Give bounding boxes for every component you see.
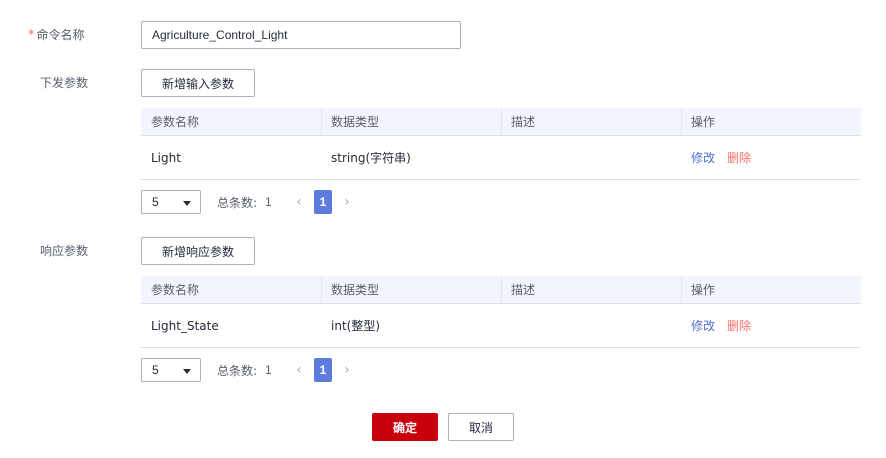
param-name-cell: Light: [151, 150, 181, 165]
col-header-data-type: 数据类型: [331, 283, 380, 297]
table-row: Light string(字符串) 修改 删除: [141, 136, 861, 180]
command-name-label-text: 命令名称: [36, 28, 85, 42]
param-name-cell: Light_State: [151, 318, 219, 333]
chevron-right-icon[interactable]: ›: [338, 358, 356, 382]
command-name-label: * 命令名称: [28, 27, 85, 44]
page-size-select[interactable]: 5: [141, 190, 201, 214]
col-header-actions: 操作: [691, 115, 716, 129]
total-number: 1: [265, 363, 272, 377]
total-label: 总条数:: [217, 363, 258, 378]
delete-link[interactable]: 删除: [727, 317, 751, 334]
chevron-left-icon[interactable]: ‹: [290, 358, 308, 382]
confirm-button[interactable]: 确定: [372, 413, 438, 441]
col-header-actions: 操作: [691, 283, 716, 297]
total-number: 1: [265, 195, 272, 209]
col-header-param-name: 参数名称: [151, 283, 200, 297]
chevron-left-icon[interactable]: ‹: [290, 190, 308, 214]
delete-link[interactable]: 删除: [727, 149, 751, 166]
edit-link[interactable]: 修改: [691, 317, 715, 334]
add-response-param-button[interactable]: 新增响应参数: [141, 237, 255, 265]
input-params-pagination: 5 总条数: 1 ‹ 1 ›: [141, 190, 441, 214]
table-row: Light_State int(整型) 修改 删除: [141, 304, 861, 348]
add-input-param-button[interactable]: 新增输入参数: [141, 69, 255, 97]
response-params-pagination: 5 总条数: 1 ‹ 1 ›: [141, 358, 441, 382]
response-params-label: 响应参数: [40, 244, 89, 258]
column-divider: [681, 108, 682, 135]
actions-cell: 修改 删除: [691, 304, 751, 347]
data-type-cell: string(字符串): [331, 151, 411, 165]
page-size-value: 5: [152, 195, 159, 209]
col-header-data-type: 数据类型: [331, 115, 380, 129]
response-params-table: 参数名称 数据类型 描述 操作 Light_State int(整型) 修改 删…: [141, 276, 861, 348]
total-count: 总条数: 1: [217, 190, 272, 214]
actions-cell: 修改 删除: [691, 136, 751, 179]
input-params-table: 参数名称 数据类型 描述 操作 Light string(字符串) 修改 删除: [141, 108, 861, 180]
cancel-button[interactable]: 取消: [448, 413, 514, 441]
data-type-cell: int(整型): [331, 319, 381, 333]
edit-link[interactable]: 修改: [691, 149, 715, 166]
col-header-description: 描述: [511, 115, 536, 129]
caret-down-icon: [183, 369, 191, 374]
table-header: 参数名称 数据类型 描述 操作: [141, 276, 861, 304]
col-header-param-name: 参数名称: [151, 115, 200, 129]
column-divider: [681, 276, 682, 303]
column-divider: [501, 108, 502, 135]
column-divider: [501, 276, 502, 303]
page-size-select[interactable]: 5: [141, 358, 201, 382]
total-label: 总条数:: [217, 195, 258, 210]
chevron-right-icon[interactable]: ›: [338, 190, 356, 214]
command-name-input[interactable]: [141, 21, 461, 49]
input-params-label: 下发参数: [40, 76, 89, 90]
column-divider: [321, 108, 322, 135]
column-divider: [321, 276, 322, 303]
page-number-button[interactable]: 1: [314, 358, 332, 382]
table-header: 参数名称 数据类型 描述 操作: [141, 108, 861, 136]
page-size-value: 5: [152, 363, 159, 377]
required-mark: *: [28, 28, 35, 43]
col-header-description: 描述: [511, 283, 536, 297]
total-count: 总条数: 1: [217, 358, 272, 382]
page-number-button[interactable]: 1: [314, 190, 332, 214]
caret-down-icon: [183, 201, 191, 206]
